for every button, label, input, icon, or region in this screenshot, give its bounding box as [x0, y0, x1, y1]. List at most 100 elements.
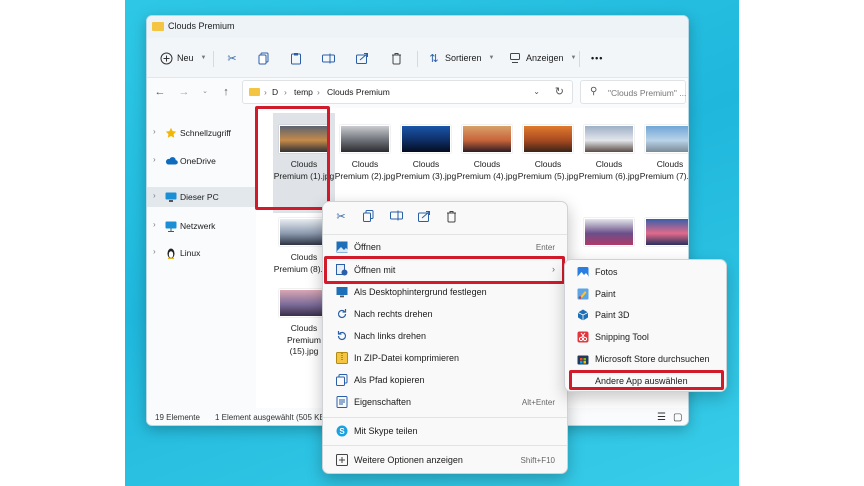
breadcrumb-drive[interactable]: D [272, 87, 278, 97]
menu-item-label: Weitere Optionen anzeigen [354, 455, 463, 465]
submenu-item-photos[interactable]: Fotos [569, 262, 724, 283]
file-item[interactable]: Clouds Premium (3).jpg [395, 113, 457, 182]
sidebar-item-this-pc[interactable]: › Dieser PC [147, 187, 255, 207]
chevron-right-icon[interactable]: › [153, 127, 156, 136]
sort-icon: ⇅ [429, 52, 439, 65]
chevron-right-icon[interactable]: › [153, 220, 156, 229]
refresh-icon[interactable]: ↻ [555, 85, 564, 98]
details-view-icon[interactable]: ☰ [657, 412, 666, 423]
choose-app-highlight [569, 370, 724, 390]
star-icon [165, 127, 177, 139]
file-name: Clouds Premium (3).jpg [395, 159, 457, 181]
cloud-icon [165, 155, 178, 167]
sidebar-item-onedrive[interactable]: › OneDrive [147, 151, 255, 171]
breadcrumb-temp[interactable]: temp [294, 87, 313, 97]
trash-icon[interactable] [444, 210, 458, 224]
sidebar-item-label: OneDrive [180, 156, 216, 166]
sort-button[interactable]: ⇅ Sortieren ▼ [427, 48, 494, 68]
view-button[interactable]: Anzeigen ▼ [508, 48, 576, 68]
breadcrumb-current-folder[interactable]: Clouds Premium [327, 87, 390, 97]
screenshot-stage: Clouds Premium Neu ▼ ✂ ⇅ Sortieren ▼ Anz… [0, 0, 864, 486]
file-item[interactable]: Clouds Premium (6).jpg [578, 113, 640, 182]
search-box[interactable]: ⚲ "Clouds Premium" ... [580, 80, 686, 104]
file-name: Clouds Premium (5).jpg [517, 159, 579, 181]
open-with-highlight [324, 256, 565, 284]
delete-button[interactable] [389, 48, 403, 68]
sidebar-item-linux[interactable]: › Linux [147, 243, 255, 263]
file-item[interactable]: Clouds Premium (2).jpg [334, 113, 396, 182]
svg-text:S: S [339, 427, 345, 436]
trash-icon [389, 51, 403, 65]
menu-item-label: Als Pfad kopieren [354, 375, 425, 385]
toolbar-divider [417, 51, 418, 67]
cut-button[interactable]: ✂ [225, 48, 239, 68]
menu-item-copy-as-path[interactable]: Als Pfad kopieren [327, 370, 565, 391]
address-bar[interactable]: › D › temp › Clouds Premium ⌄ ↻ [242, 80, 573, 104]
menu-item-label: Als Desktophintergrund festlegen [354, 287, 487, 297]
breadcrumb-separator: › [284, 87, 287, 97]
title-bar: Clouds Premium [147, 16, 688, 38]
tiles-view-icon[interactable]: ▢ [673, 412, 682, 423]
context-menu: ✂ Öffnen Enter Öffnen mit › Als Desktoph… [322, 201, 568, 474]
command-bar: Neu ▼ ✂ ⇅ Sortieren ▼ Anzeigen ▼ ••• [147, 38, 688, 78]
plus-circle-icon [159, 51, 173, 65]
file-item[interactable]: Clouds Premium (7).jpg [639, 113, 688, 182]
menu-item-rotate-right[interactable]: Nach rechts drehen [327, 304, 565, 325]
menu-item-properties[interactable]: Eigenschaften Alt+Enter [327, 392, 565, 413]
breadcrumb-separator: › [264, 87, 267, 97]
scissors-icon[interactable]: ✂ [334, 210, 348, 224]
chevron-down-icon[interactable]: ⌄ [533, 87, 540, 96]
file-item[interactable]: Clouds Premium (5).jpg [517, 113, 579, 182]
image-thumbnail [462, 125, 512, 153]
paste-button[interactable] [289, 48, 303, 68]
chevron-right-icon[interactable]: › [153, 247, 156, 256]
submenu-item-microsoft-store[interactable]: Microsoft Store durchsuchen [569, 349, 724, 370]
file-item[interactable] [578, 206, 640, 252]
submenu-item-paint-3d[interactable]: Paint 3D [569, 305, 724, 326]
menu-item-rotate-left[interactable]: Nach links drehen [327, 326, 565, 347]
file-item[interactable] [639, 206, 688, 252]
rename-icon [321, 51, 335, 65]
sidebar-item-network[interactable]: › Netzwerk [147, 216, 255, 236]
recent-chevron-icon[interactable]: ⌄ [198, 85, 212, 99]
clipboard-icon [289, 51, 303, 65]
more-label: ••• [591, 53, 604, 63]
sidebar-item-label: Schnellzugriff [180, 128, 231, 138]
sidebar-item-label: Linux [180, 248, 201, 258]
submenu-item-label: Paint 3D [595, 310, 630, 320]
selected-file-highlight [255, 106, 330, 210]
file-item[interactable]: Clouds Premium (4).jpg [456, 113, 518, 182]
image-thumbnail [340, 125, 390, 153]
menu-item-set-wallpaper[interactable]: Als Desktophintergrund festlegen [327, 282, 565, 303]
copy-button[interactable] [257, 48, 271, 68]
menu-item-open[interactable]: Öffnen Enter [327, 237, 565, 258]
more-button[interactable]: ••• [591, 48, 603, 68]
search-icon: ⚲ [590, 86, 598, 97]
share-icon [355, 51, 369, 65]
back-arrow-icon[interactable]: ← [153, 85, 167, 99]
sidebar-item-quick-access[interactable]: › Schnellzugriff [147, 123, 255, 143]
menu-item-share-skype[interactable]: S Mit Skype teilen [327, 421, 565, 442]
menu-item-more-options[interactable]: Weitere Optionen anzeigen Shift+F10 [327, 450, 565, 471]
chevron-right-icon[interactable]: › [153, 191, 156, 200]
search-input[interactable]: "Clouds Premium" ... [608, 88, 686, 98]
chevron-right-icon[interactable]: › [153, 155, 156, 164]
paint-icon [577, 288, 589, 300]
up-arrow-icon[interactable]: ↑ [219, 85, 233, 99]
new-button[interactable]: Neu ▼ [159, 48, 206, 68]
rotate-right-icon [336, 308, 348, 320]
zip-icon [336, 352, 348, 364]
network-icon [165, 220, 177, 232]
forward-arrow-icon[interactable]: → [177, 85, 191, 99]
rename-icon[interactable] [389, 210, 403, 224]
share-icon[interactable] [417, 210, 431, 224]
rename-button[interactable] [321, 48, 335, 68]
submenu-item-paint[interactable]: Paint [569, 284, 724, 305]
submenu-item-snipping-tool[interactable]: Snipping Tool [569, 327, 724, 348]
copy-icon[interactable] [361, 210, 375, 224]
toolbar-divider [579, 51, 580, 67]
share-button[interactable] [355, 48, 369, 68]
menu-item-compress-zip[interactable]: In ZIP-Datei komprimieren [327, 348, 565, 369]
menu-item-shortcut: Alt+Enter [521, 398, 555, 407]
image-thumbnail [584, 218, 634, 246]
